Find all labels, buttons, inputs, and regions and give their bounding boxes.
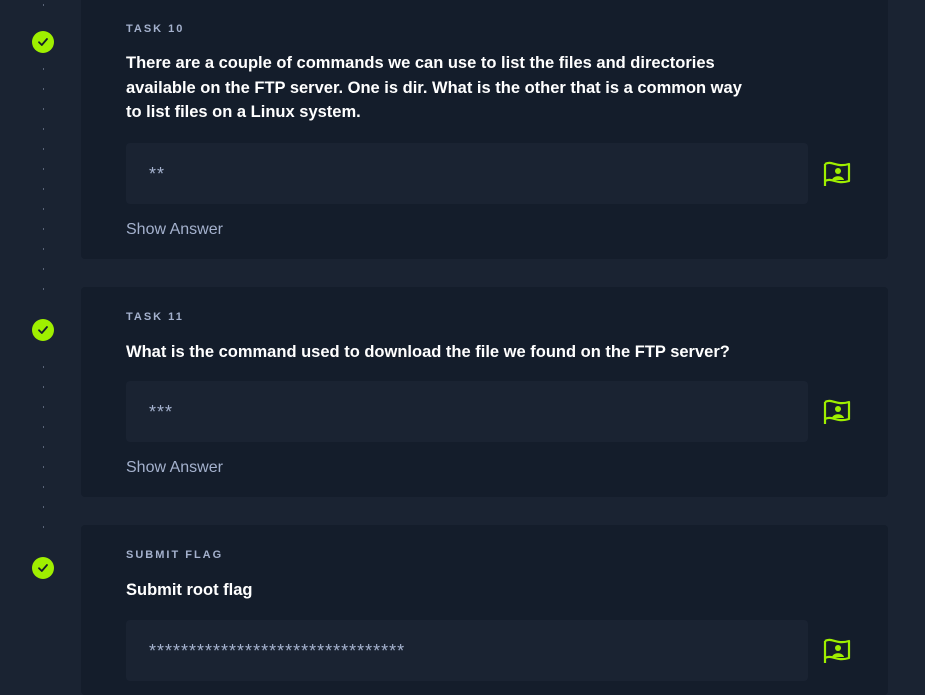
show-answer-link[interactable]: Show Answer <box>126 221 223 239</box>
answer-value: ** <box>149 164 166 184</box>
task-question: Submit root flag <box>126 581 253 599</box>
check-icon <box>32 31 54 53</box>
flag-icon[interactable] <box>822 636 852 666</box>
answer-field[interactable]: ** <box>126 143 808 204</box>
task-label: TASK 10 <box>126 23 185 35</box>
task-question: What is the command used to download the… <box>126 343 730 361</box>
flag-icon[interactable] <box>822 397 852 427</box>
show-answer-link[interactable]: Show Answer <box>126 459 223 477</box>
task-card: TASK 11 What is the command used to down… <box>81 287 888 497</box>
answer-value: *** <box>149 402 174 422</box>
task-card: SUBMIT FLAG Submit root flag ***********… <box>81 525 888 695</box>
task-label: SUBMIT FLAG <box>126 549 224 561</box>
task-label: TASK 11 <box>126 311 184 323</box>
answer-value: ******************************** <box>149 641 406 661</box>
flag-icon[interactable] <box>822 159 852 189</box>
task-question: There are a couple of commands we can us… <box>126 54 742 121</box>
answer-field[interactable]: *** <box>126 381 808 442</box>
flag-answer-field[interactable]: ******************************** <box>126 620 808 681</box>
task-card: TASK 10 There are a couple of commands w… <box>81 0 888 259</box>
check-icon <box>32 557 54 579</box>
check-icon <box>32 319 54 341</box>
